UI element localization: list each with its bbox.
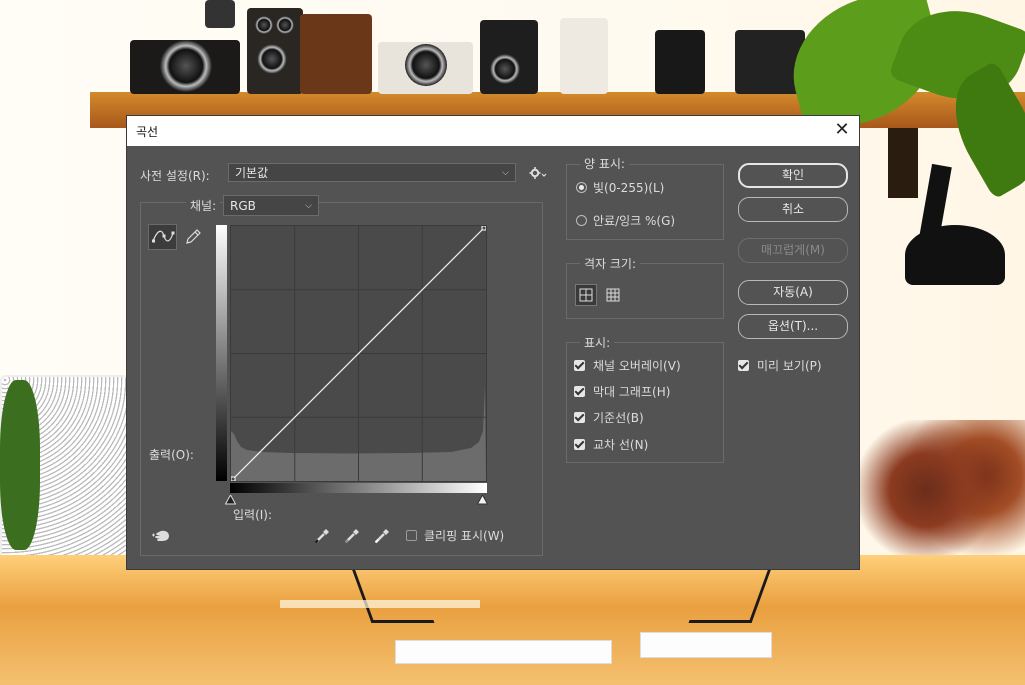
intersection-line-checkbox[interactable]	[574, 439, 585, 450]
channel-overlay-label: 채널 오버레이(V)	[593, 359, 681, 373]
chevron-down-icon: ⌵	[502, 168, 509, 178]
preview-checkbox[interactable]	[738, 360, 749, 371]
curve-point-tool[interactable]	[148, 224, 177, 250]
options-button[interactable]: 옵션(T)...	[738, 314, 848, 339]
show-legend: 표시:	[580, 334, 615, 351]
simple-grid-button[interactable]	[575, 284, 597, 306]
wooden-table	[0, 555, 1025, 685]
light-radio[interactable]	[576, 182, 587, 193]
gray-eyedropper-icon[interactable]	[343, 527, 361, 545]
detailed-grid-icon	[606, 288, 620, 302]
channel-overlay-checkbox[interactable]	[574, 360, 585, 371]
curve-point-icon	[152, 230, 175, 243]
input-gradient-bar	[230, 483, 487, 493]
simple-grid-icon	[579, 288, 593, 302]
curves-dialog: 곡선 ✕ 사전 설정(R): 기본값 ⌵ 채널: RGB ⌵ 출력(O): 입력…	[126, 115, 860, 570]
output-label: 출력(O):	[149, 448, 194, 462]
curve-graph[interactable]	[230, 225, 487, 482]
preset-label: 사전 설정(R):	[140, 169, 210, 183]
dialog-titlebar[interactable]: 곡선 ✕	[127, 116, 859, 146]
baseline-label: 기준선(B)	[593, 411, 644, 425]
pencil-tool[interactable]	[182, 226, 204, 248]
intersection-line-label: 교차 선(N)	[593, 438, 649, 452]
output-gradient-bar	[216, 225, 227, 481]
ok-button[interactable]: 확인	[738, 163, 848, 188]
auto-button[interactable]: 자동(A)	[738, 280, 848, 305]
hand-adjust-icon[interactable]	[151, 528, 173, 544]
desk-lamp	[905, 163, 1005, 285]
cancel-button[interactable]: 취소	[738, 197, 848, 222]
input-label: 입력(I):	[233, 508, 273, 522]
preset-dropdown[interactable]: 기본값 ⌵	[228, 163, 516, 182]
channel-label: 채널:	[186, 197, 221, 214]
white-point-slider[interactable]	[477, 495, 488, 505]
light-radio-label: 빛(0-255)(L)	[593, 181, 665, 195]
curve-endpoint-black	[231, 476, 236, 481]
black-point-slider[interactable]	[225, 495, 236, 505]
white-eyedropper-icon[interactable]	[373, 527, 391, 545]
curve-endpoint-white	[481, 226, 486, 231]
pencil-icon	[186, 229, 201, 244]
preset-value: 기본값	[235, 166, 269, 180]
detailed-grid-button[interactable]	[603, 285, 623, 305]
preview-label: 미리 보기(P)	[757, 359, 822, 373]
chevron-down-icon: ⌵	[305, 201, 312, 211]
black-eyedropper-icon[interactable]	[313, 527, 331, 545]
gear-icon[interactable]	[529, 166, 547, 180]
pigment-radio-label: 안료/잉크 %(G)	[593, 214, 676, 228]
dialog-title: 곡선	[136, 125, 159, 139]
channel-dropdown[interactable]: RGB ⌵	[223, 195, 319, 216]
smooth-button[interactable]: 매끄럽게(M)	[738, 238, 848, 263]
clipping-label: 클리핑 표시(W)	[424, 529, 505, 543]
clipping-checkbox[interactable]	[406, 530, 417, 541]
baseline-checkbox[interactable]	[574, 412, 585, 423]
histogram-checkbox[interactable]	[574, 386, 585, 397]
histogram-label: 막대 그래프(H)	[593, 385, 671, 399]
close-button[interactable]: ✕	[831, 120, 853, 142]
grid-size-legend: 격자 크기:	[580, 255, 641, 272]
pigment-radio[interactable]	[576, 215, 587, 226]
show-amount-legend: 양 표시:	[580, 155, 629, 172]
channel-value: RGB	[230, 199, 256, 213]
